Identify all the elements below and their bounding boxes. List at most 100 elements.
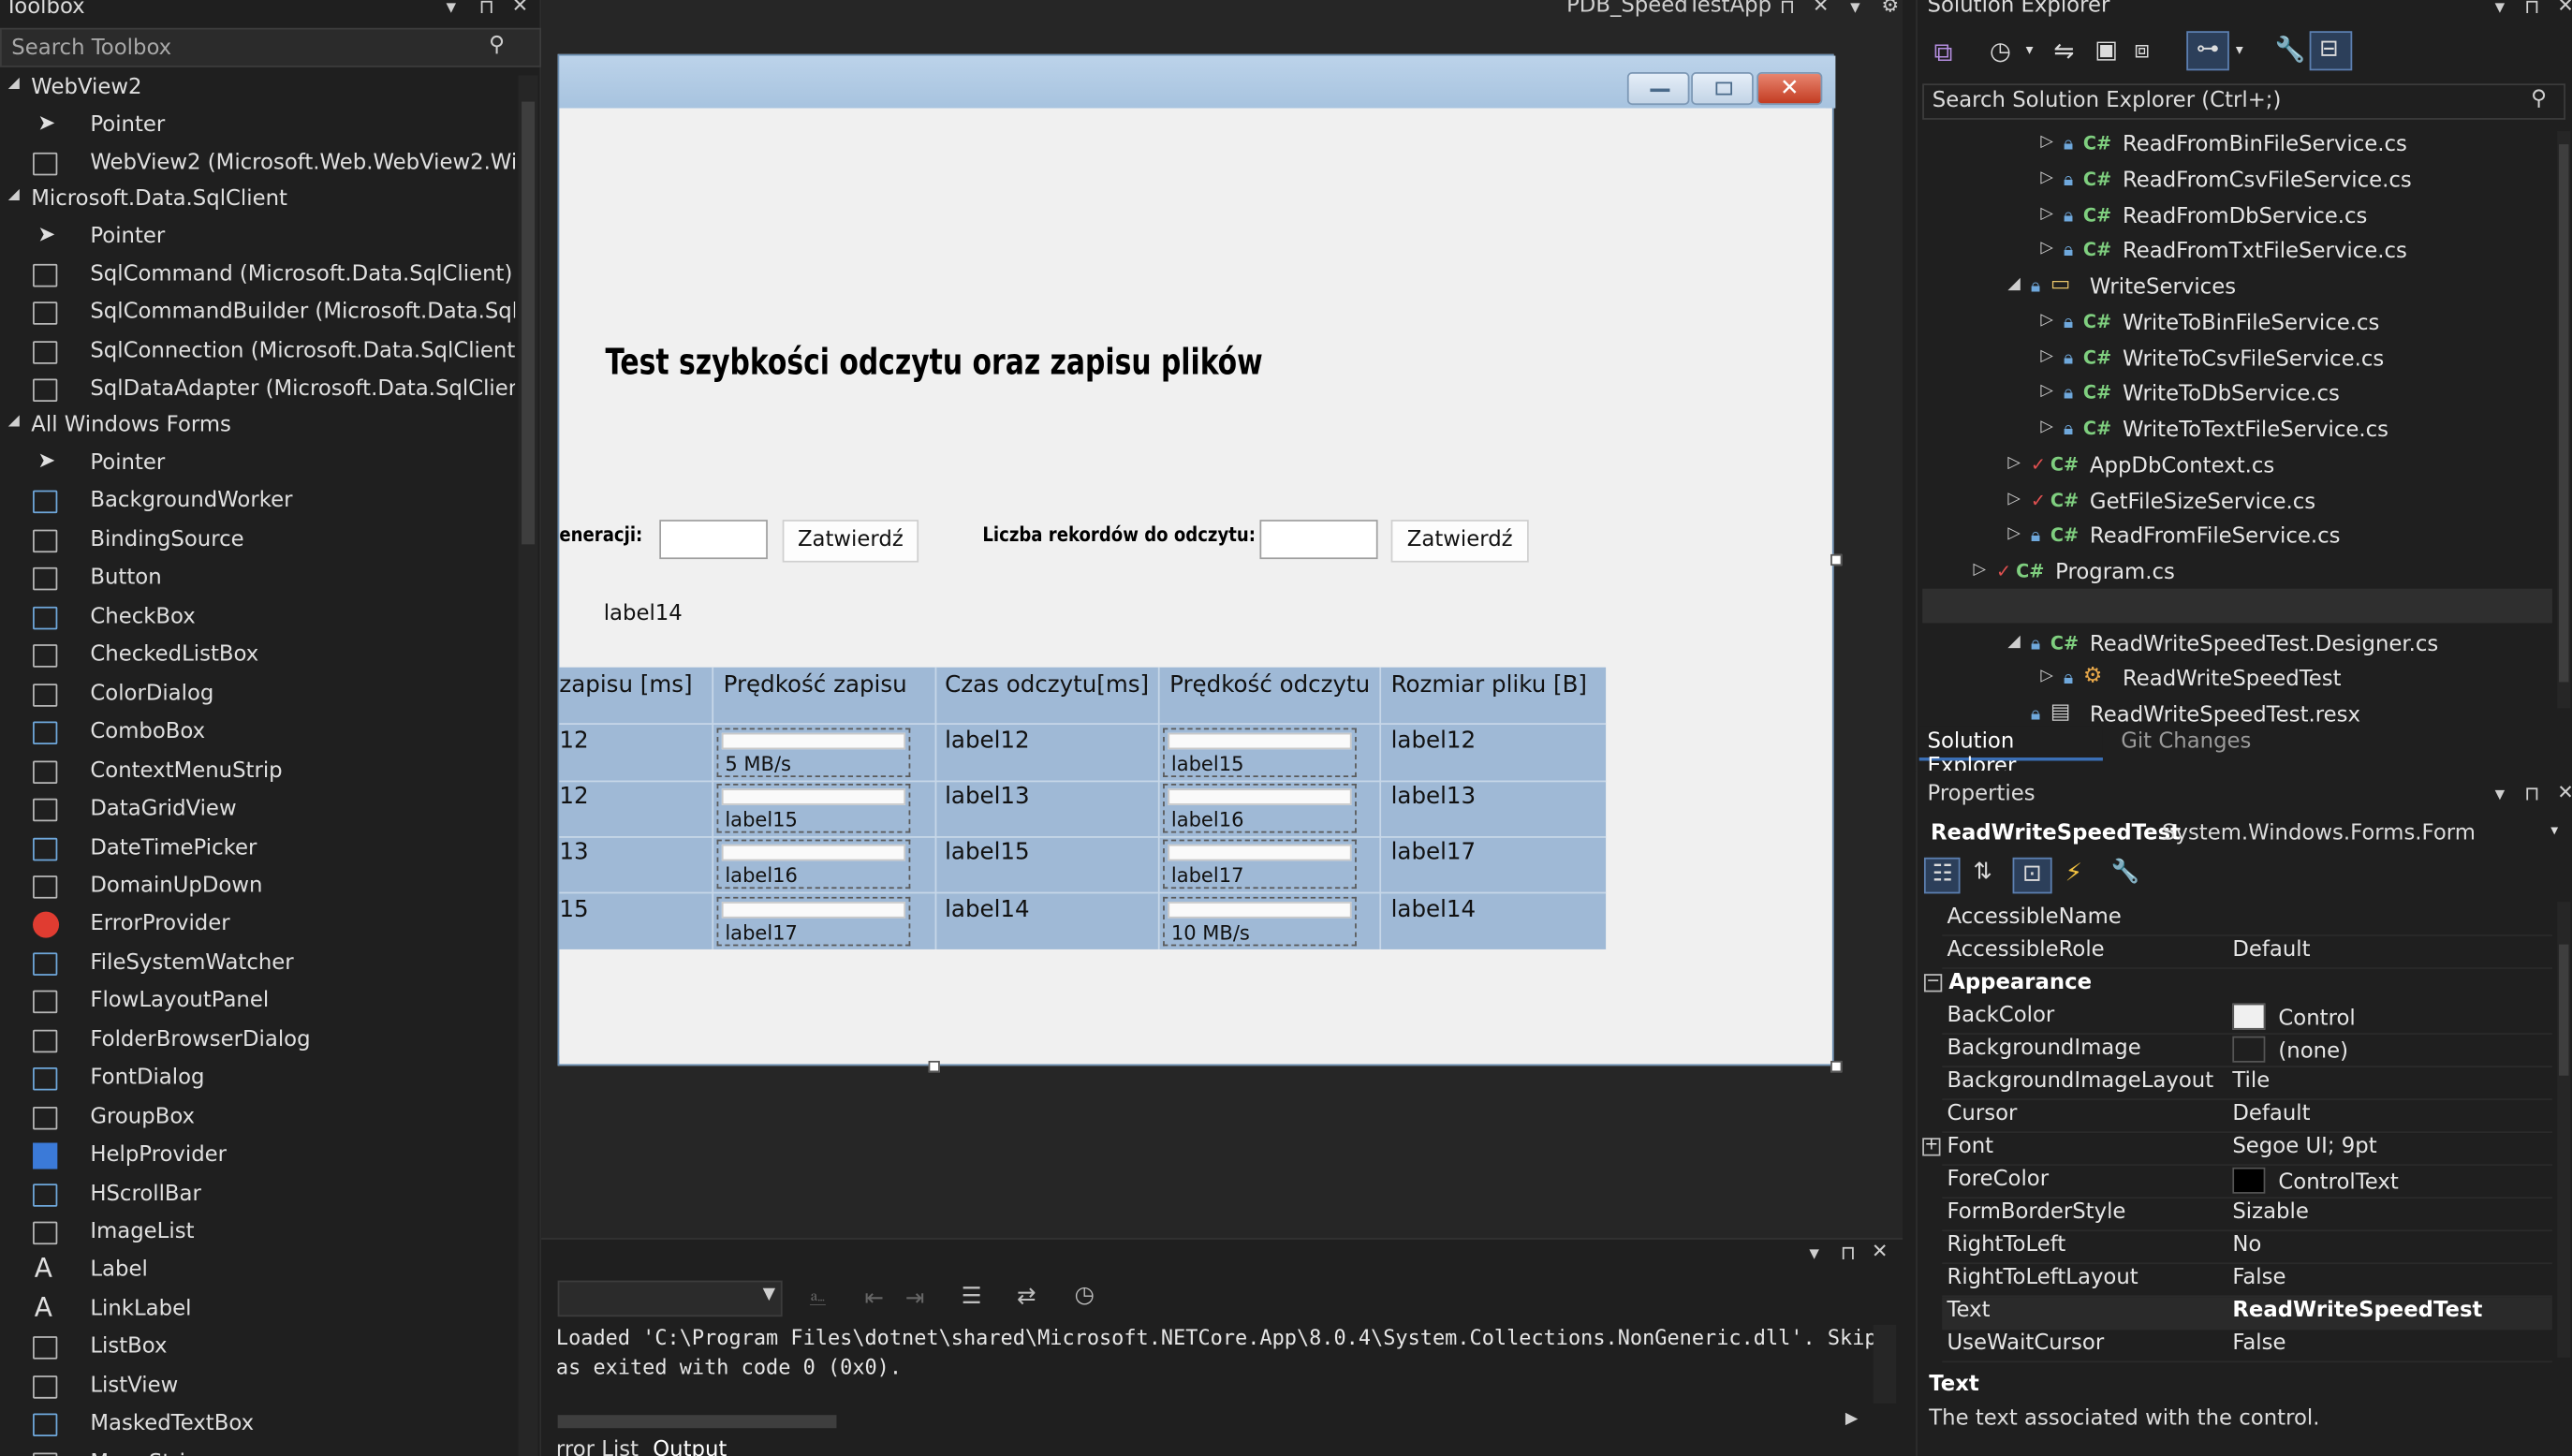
- close-tab-icon[interactable]: ✕: [1813, 0, 1830, 17]
- search-icon[interactable]: ⚲: [2531, 87, 2547, 111]
- chevron-down-icon[interactable]: ▾: [2236, 43, 2243, 60]
- object-selector[interactable]: ReadWriteSpeedTest System.Windows.Forms.…: [1922, 818, 2565, 853]
- property-row[interactable]: UseWaitCursor False: [1942, 1330, 2552, 1363]
- clear-all-icon[interactable]: ☰: [962, 1284, 982, 1310]
- prev-message-icon[interactable]: ⇤: [864, 1286, 884, 1312]
- toolbox-item[interactable]: GroupBox: [0, 1099, 515, 1137]
- chevron-down-icon[interactable]: ▾: [1850, 0, 1860, 18]
- output-hscrollbar-thumb[interactable]: [557, 1415, 837, 1429]
- sync-icon[interactable]: ⇋: [2053, 37, 2074, 66]
- toolbox-item[interactable]: BindingSource: [0, 522, 515, 560]
- toolbox-item[interactable]: FileSystemWatcher: [0, 946, 515, 983]
- toolbox-item[interactable]: SqlCommand (Microsoft.Data.SqlClient): [0, 257, 515, 295]
- scrollbar-thumb[interactable]: [2558, 144, 2569, 683]
- toolbox-item[interactable]: WebView2 (Microsoft.Web.WebView2.Wi...: [0, 146, 515, 184]
- tab-error-list[interactable]: rror List: [556, 1438, 639, 1456]
- pin-icon[interactable]: ⊓: [1780, 0, 1795, 18]
- filter-button[interactable]: ⊶: [2186, 31, 2229, 71]
- resize-handle[interactable]: [1830, 553, 1843, 566]
- property-row[interactable]: BackColor Control: [1942, 1002, 2552, 1035]
- chevron-down-icon[interactable]: ▾: [1809, 1242, 1819, 1265]
- property-row[interactable]: AccessibleRole Default: [1942, 936, 2552, 969]
- property-pages-icon[interactable]: 🔧: [2111, 860, 2140, 886]
- form-window[interactable]: ✕ Test szybkości odczytu oraz zapisu pli…: [557, 53, 1836, 1066]
- toolbox-item[interactable]: A Label: [0, 1254, 515, 1291]
- scrollbar-thumb[interactable]: [2558, 944, 2569, 1076]
- property-row[interactable]: AccessibleName: [1942, 904, 2552, 936]
- chevron-down-icon[interactable]: ▾: [447, 0, 457, 18]
- toolbox-item[interactable]: MaskedTextBox: [0, 1407, 515, 1445]
- toolbox-item[interactable]: HelpProvider: [0, 1138, 515, 1175]
- property-row[interactable]: Font Segoe UI; 9pt +: [1922, 1133, 2552, 1167]
- toolbox-item[interactable]: ListView: [0, 1369, 515, 1406]
- confirm-read-button[interactable]: Zatwierdź: [1390, 520, 1529, 563]
- gear-icon[interactable]: ⚙: [1881, 0, 1899, 17]
- expand-arrow-icon[interactable]: ▷: [2040, 133, 2052, 151]
- pin-icon[interactable]: ⊓: [2524, 0, 2539, 18]
- expand-arrow-icon[interactable]: ▷: [2040, 419, 2052, 436]
- toolbox-item[interactable]: SqlCommandBuilder (Microsoft.Data.Sql...: [0, 295, 515, 332]
- tab-git-changes[interactable]: Git Changes: [2121, 729, 2251, 754]
- expand-arrow-icon[interactable]: ▷: [2007, 490, 2020, 507]
- property-row[interactable]: Cursor Default: [1942, 1100, 2552, 1134]
- tab-solution-explorer[interactable]: Solution Explorer: [1918, 726, 2103, 779]
- categorized-button[interactable]: ☷: [1923, 857, 1961, 894]
- toolbox-item[interactable]: ➤ Pointer: [0, 109, 515, 146]
- toolbox-item[interactable]: CheckedListBox: [0, 639, 515, 676]
- pin-icon[interactable]: ⊓: [479, 0, 494, 18]
- toolbox-item[interactable]: SqlConnection (Microsoft.Data.SqlClient): [0, 334, 515, 372]
- scrollbar-thumb[interactable]: [522, 101, 536, 545]
- toolbox-item[interactable]: DomainUpDown: [0, 869, 515, 906]
- chevron-down-icon[interactable]: ▾: [2495, 0, 2506, 18]
- toolbox-item[interactable]: HScrollBar: [0, 1176, 515, 1213]
- expand-arrow-icon[interactable]: ▷: [2040, 668, 2052, 685]
- toolbox-item[interactable]: ColorDialog: [0, 677, 515, 714]
- minimize-button[interactable]: [1626, 72, 1690, 106]
- toolbox-item[interactable]: DataGridView: [0, 792, 515, 830]
- expand-arrow-icon[interactable]: ▷: [2040, 240, 2052, 257]
- toolbox-item[interactable]: ComboBox: [0, 715, 515, 753]
- props-scrollbar[interactable]: [2557, 902, 2571, 1358]
- property-row[interactable]: ForeColor ControlText: [1942, 1166, 2552, 1199]
- close-button[interactable]: ✕: [1756, 72, 1823, 106]
- toolbox-item[interactable]: ListBox: [0, 1331, 515, 1368]
- toolbox-item[interactable]: ➤ Pointer: [0, 220, 515, 257]
- toolbox-item[interactable]: ContextMenuStrip: [0, 754, 515, 791]
- toolbox-item[interactable]: ErrorProvider: [0, 907, 515, 945]
- preview-button[interactable]: ⊟: [2309, 31, 2353, 71]
- output-source-select[interactable]: ▼: [557, 1280, 783, 1317]
- property-row[interactable]: Text ReadWriteSpeedTest: [1942, 1297, 2552, 1331]
- expand-arrow-icon[interactable]: ▷: [2040, 311, 2052, 329]
- expand-arrow-icon[interactable]: ▷: [2007, 525, 2020, 543]
- tab-output[interactable]: Output: [653, 1438, 727, 1456]
- resize-handle[interactable]: [928, 1060, 940, 1073]
- toolbox-group-all-windows-forms[interactable]: ◢ All Windows Forms: [0, 408, 515, 446]
- find-icon[interactable]: ⎁: [809, 1286, 828, 1312]
- toolbox-item[interactable]: DateTimePicker: [0, 831, 515, 868]
- word-wrap-icon[interactable]: ⇄: [1017, 1284, 1036, 1310]
- clock-icon[interactable]: ◷: [1074, 1282, 1094, 1308]
- expand-arrow-icon[interactable]: ▷: [1974, 561, 1986, 579]
- expand-arrow-icon[interactable]: ◢: [2007, 275, 2020, 293]
- show-all-files-icon[interactable]: ⧈: [2134, 35, 2150, 65]
- close-icon[interactable]: ✕: [2557, 0, 2572, 17]
- toolbox-item[interactable]: SqlDataAdapter (Microsoft.Data.SqlClient…: [0, 372, 515, 409]
- property-row[interactable]: RightToLeft No: [1942, 1231, 2552, 1265]
- expand-arrow-icon[interactable]: ▷: [2040, 382, 2052, 400]
- toolbox-item[interactable]: CheckBox: [0, 600, 515, 638]
- chevron-down-icon[interactable]: ▾: [2495, 782, 2506, 805]
- search-icon[interactable]: ⚲: [489, 33, 505, 57]
- toolbox-scrollbar[interactable]: [518, 75, 538, 1456]
- vs-switch-views-icon[interactable]: ⧉: [1933, 37, 1952, 69]
- collapse-all-icon[interactable]: ▣: [2094, 35, 2118, 65]
- property-row[interactable]: BackgroundImage (none): [1942, 1035, 2552, 1067]
- expand-arrow-icon[interactable]: ▷: [2007, 454, 2020, 472]
- confirm-generation-button[interactable]: Zatwierdź: [782, 520, 919, 563]
- toolbox-item[interactable]: ImageList: [0, 1215, 515, 1253]
- property-category[interactable]: − Appearance: [1922, 969, 2552, 1002]
- expand-icon[interactable]: +: [1922, 1137, 1941, 1156]
- property-row[interactable]: RightToLeftLayout False: [1942, 1264, 2552, 1298]
- close-icon[interactable]: ✕: [2557, 781, 2572, 804]
- expand-arrow-icon[interactable]: ▷: [2040, 204, 2052, 222]
- toolbox-item[interactable]: MenuStrip: [0, 1446, 515, 1456]
